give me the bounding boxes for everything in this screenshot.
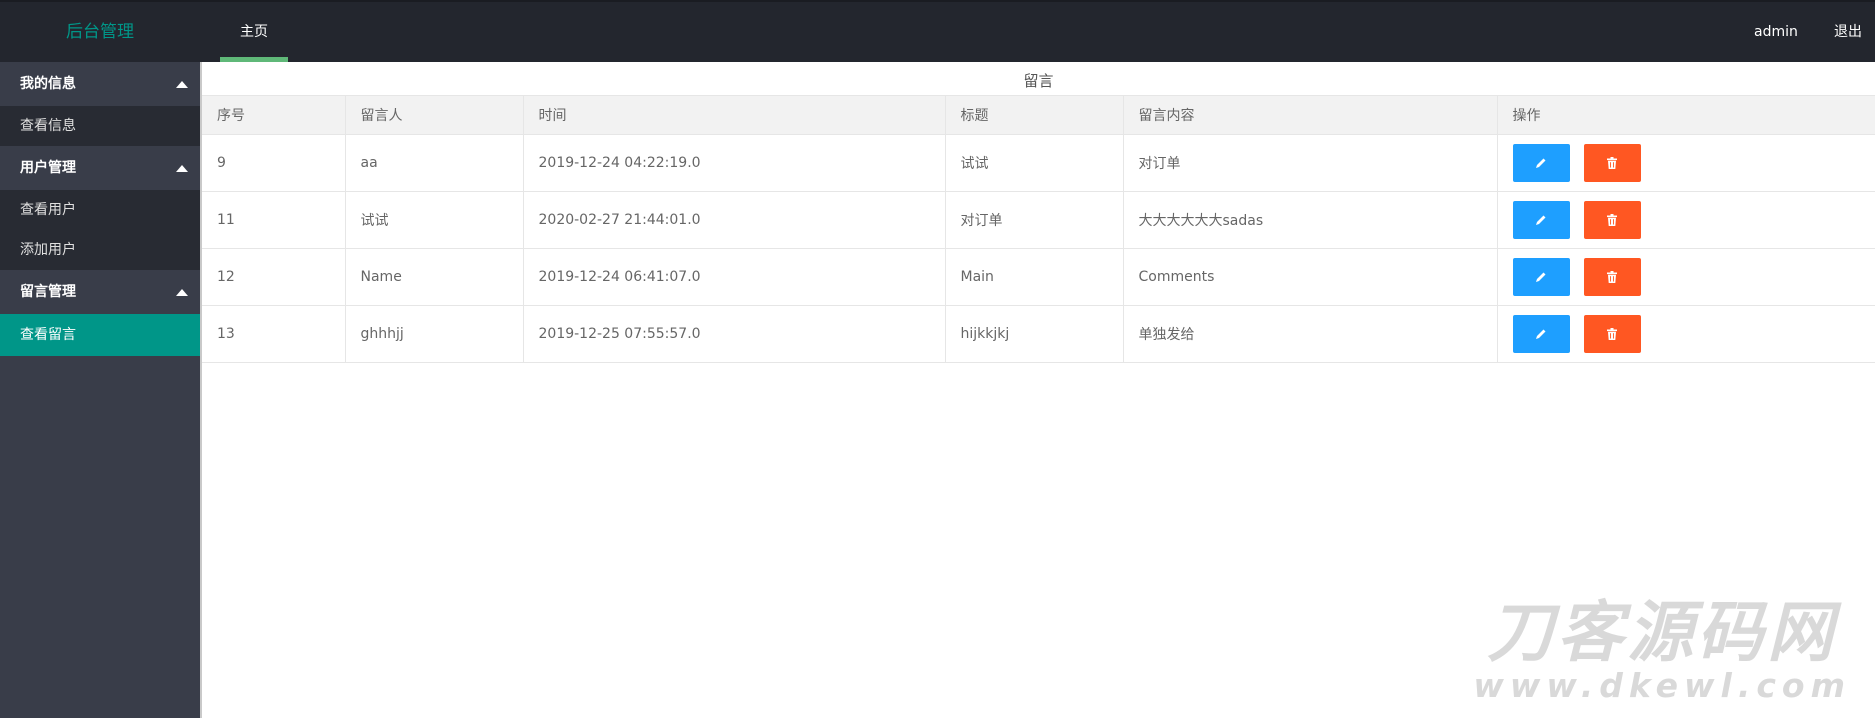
sidebar-group-my-info[interactable]: 我的信息 — [0, 62, 200, 106]
table-row: 13 ghhhjj 2019-12-25 07:55:57.0 hijkkjkj… — [202, 305, 1875, 363]
cell-id: 12 — [202, 248, 346, 306]
tab-home[interactable]: 主页 — [220, 2, 288, 62]
table-row: 11 试试 2020-02-27 21:44:01.0 对订单 大大大大大大sa… — [202, 191, 1875, 249]
table-caption: 留言 — [1023, 72, 1054, 90]
sidebar-item-view-users[interactable]: 查看用户 — [0, 190, 200, 230]
cell-time: 2019-12-24 06:41:07.0 — [523, 248, 946, 306]
cell-author: ghhhjj — [345, 305, 524, 363]
caret-up-icon — [176, 81, 188, 88]
column-header-time[interactable]: 时间 — [523, 95, 946, 135]
trash-icon — [1607, 214, 1618, 226]
delete-button[interactable] — [1583, 258, 1641, 296]
column-header-author[interactable]: 留言人 — [345, 95, 524, 135]
pencil-icon — [1536, 215, 1546, 225]
cell-id: 11 — [202, 191, 346, 249]
table-header-row: 序号 留言人 时间 标题 留言内容 操作 — [202, 95, 1875, 135]
edit-button[interactable] — [1512, 258, 1570, 296]
cell-actions — [1497, 248, 1875, 306]
sidebar-group-message-management[interactable]: 留言管理 — [0, 270, 200, 314]
caret-up-icon — [176, 289, 188, 296]
trash-icon — [1607, 328, 1618, 340]
caret-up-icon — [176, 165, 188, 172]
edit-button[interactable] — [1512, 201, 1570, 239]
sidebar-item-view-messages[interactable]: 查看留言 — [0, 314, 200, 356]
watermark: 刀客源码网 www.dkewl.com — [1473, 598, 1851, 704]
column-header-id[interactable]: 序号 — [202, 95, 346, 135]
watermark-url: www.dkewl.com — [1473, 666, 1851, 705]
delete-button[interactable] — [1583, 315, 1641, 353]
cell-content: 对订单 — [1123, 134, 1498, 192]
cell-actions — [1497, 134, 1875, 192]
cell-title: Main — [945, 248, 1124, 306]
sidebar-group-label: 用户管理 — [20, 160, 76, 176]
pencil-icon — [1536, 329, 1546, 339]
edit-button[interactable] — [1512, 144, 1570, 182]
cell-content: 单独发给 — [1123, 305, 1498, 363]
column-header-actions: 操作 — [1497, 95, 1875, 135]
table-row: 12 Name 2019-12-24 06:41:07.0 Main Comme… — [202, 248, 1875, 306]
delete-button[interactable] — [1583, 144, 1641, 182]
cell-content: Comments — [1123, 248, 1498, 306]
cell-time: 2019-12-24 04:22:19.0 — [523, 134, 946, 192]
top-header: 后台管理 主页 admin 退出 — [0, 0, 1875, 62]
cell-id: 13 — [202, 305, 346, 363]
cell-title: 对订单 — [945, 191, 1124, 249]
logout-link[interactable]: 退出 — [1834, 2, 1862, 62]
cell-actions — [1497, 305, 1875, 363]
column-header-title[interactable]: 标题 — [945, 95, 1124, 135]
trash-icon — [1607, 271, 1618, 283]
sidebar: 我的信息 查看信息 用户管理 查看用户 添加用户 留言管理 查看留言 — [0, 62, 200, 718]
sidebar-group-label: 留言管理 — [20, 284, 76, 300]
column-header-content[interactable]: 留言内容 — [1123, 95, 1498, 135]
cell-content: 大大大大大大sadas — [1123, 191, 1498, 249]
app-logo[interactable]: 后台管理 — [0, 2, 200, 62]
cell-actions — [1497, 191, 1875, 249]
pencil-icon — [1536, 272, 1546, 282]
cell-title: 试试 — [945, 134, 1124, 192]
cell-author: Name — [345, 248, 524, 306]
cell-title: hijkkjkj — [945, 305, 1124, 363]
cell-time: 2020-02-27 21:44:01.0 — [523, 191, 946, 249]
sidebar-group-user-management[interactable]: 用户管理 — [0, 146, 200, 190]
cell-time: 2019-12-25 07:55:57.0 — [523, 305, 946, 363]
sidebar-group-label: 我的信息 — [20, 76, 76, 92]
messages-table: 序号 留言人 时间 标题 留言内容 操作 9 aa 2019-12-24 04:… — [202, 95, 1875, 363]
edit-button[interactable] — [1512, 315, 1570, 353]
watermark-title: 刀客源码网 — [1487, 594, 1838, 671]
table-row: 9 aa 2019-12-24 04:22:19.0 试试 对订单 — [202, 134, 1875, 192]
trash-icon — [1607, 157, 1618, 169]
cell-id: 9 — [202, 134, 346, 192]
delete-button[interactable] — [1583, 201, 1641, 239]
sidebar-item-add-user[interactable]: 添加用户 — [0, 230, 200, 270]
pencil-icon — [1536, 158, 1546, 168]
cell-author: 试试 — [345, 191, 524, 249]
user-menu[interactable]: admin — [1754, 2, 1798, 62]
tab-home-label: 主页 — [240, 24, 268, 40]
cell-author: aa — [345, 134, 524, 192]
sidebar-item-view-info[interactable]: 查看信息 — [0, 106, 200, 146]
